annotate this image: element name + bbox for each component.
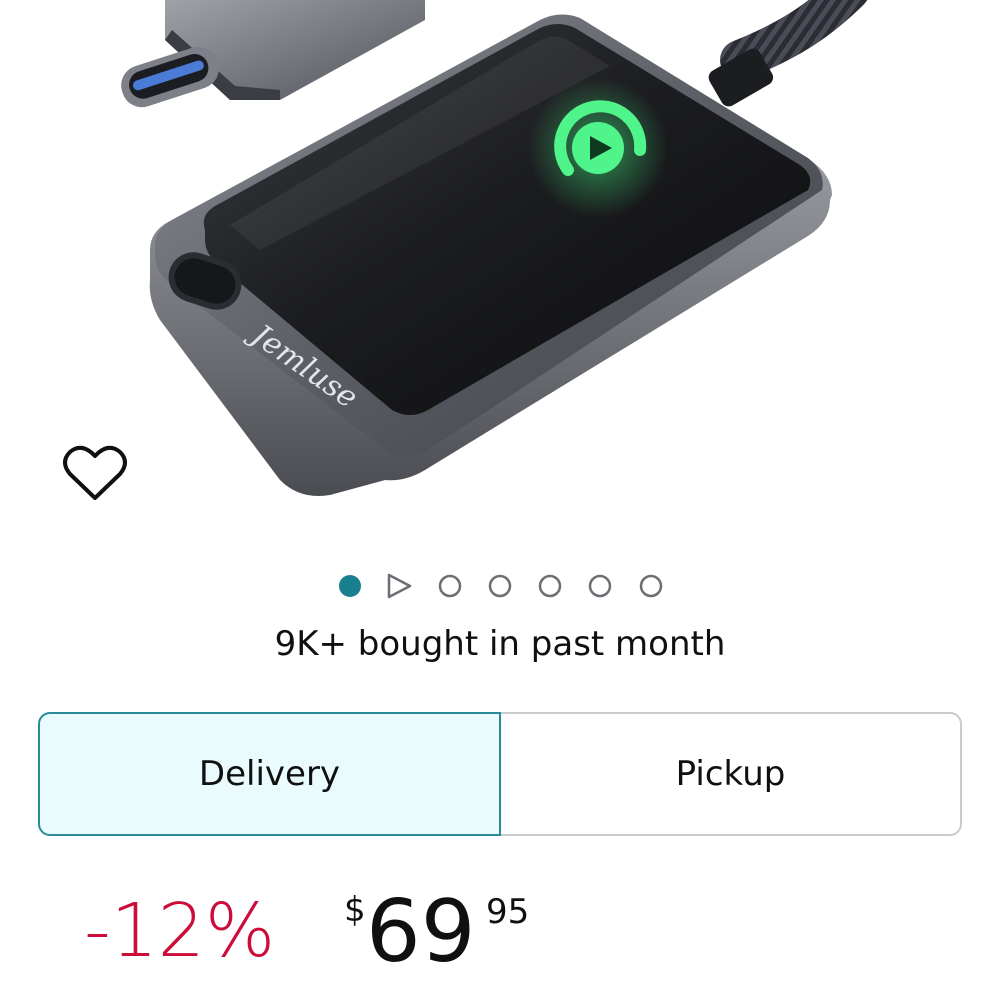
carousel-dot[interactable] <box>639 574 663 598</box>
fulfillment-toggle: Delivery Pickup <box>38 712 962 836</box>
price-whole: 69 <box>366 882 476 982</box>
carousel-dot[interactable] <box>588 574 612 598</box>
price-currency: $ <box>344 890 366 930</box>
usb-c-adapter <box>121 0 425 108</box>
price-fraction: 95 <box>486 892 530 932</box>
bought-in-past-month: 9K+ bought in past month <box>274 624 726 664</box>
discount-percent: -12% <box>84 888 276 974</box>
image-carousel-indicator[interactable] <box>0 568 1000 604</box>
carousel-dot-active[interactable] <box>339 575 361 597</box>
carousel-dot[interactable] <box>438 574 462 598</box>
carousel-dot[interactable] <box>538 574 562 598</box>
carousel-dot[interactable] <box>488 574 512 598</box>
pickup-option[interactable]: Pickup <box>501 712 962 836</box>
video-play-icon[interactable] <box>387 573 412 599</box>
wishlist-button[interactable] <box>62 444 128 504</box>
heart-outline-icon <box>63 445 127 500</box>
delivery-option[interactable]: Delivery <box>38 712 501 836</box>
price-row: -12% $ 69 95 <box>84 876 884 986</box>
product-image[interactable]: Jemluse <box>0 0 1000 560</box>
